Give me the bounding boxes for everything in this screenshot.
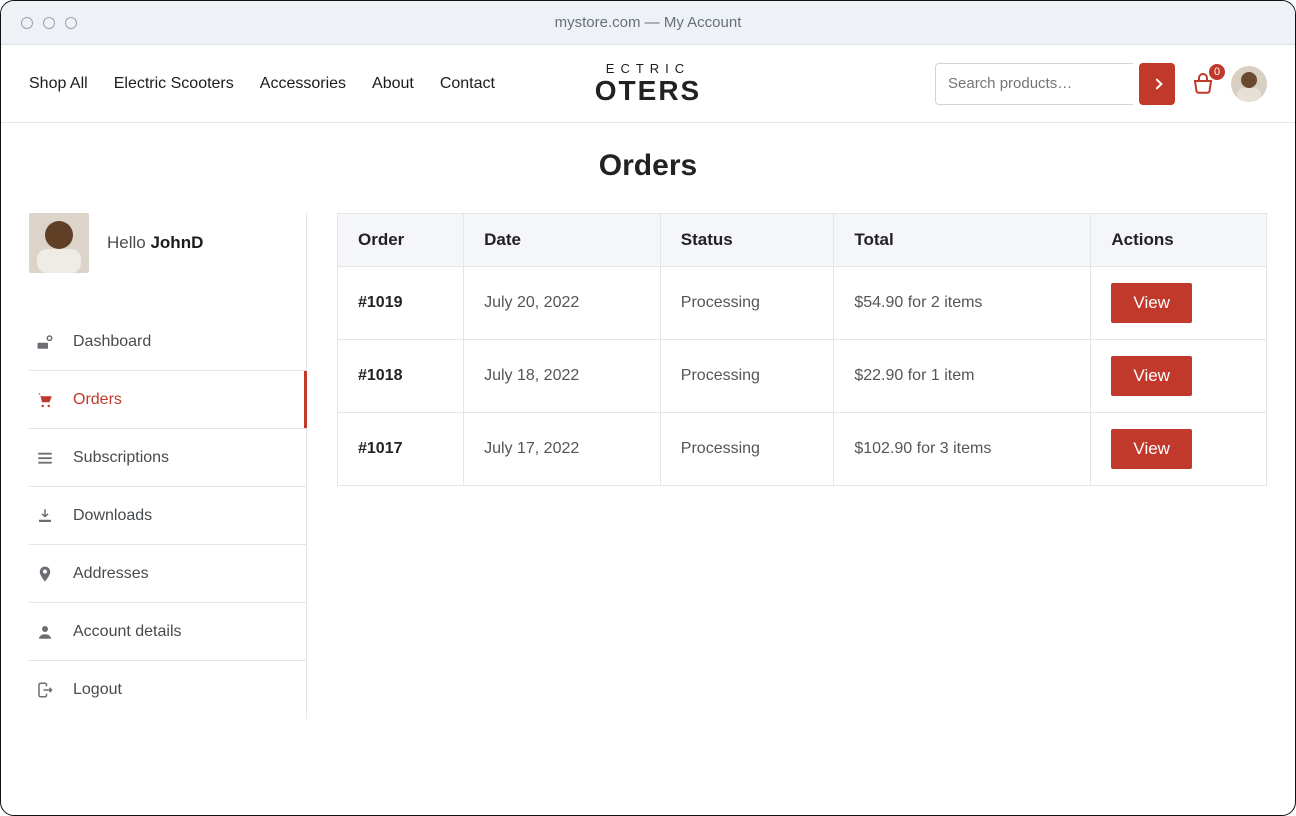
user-block: Hello JohnD xyxy=(29,213,306,273)
browser-bar: mystore.com — My Account xyxy=(1,1,1295,45)
logo-line-1: ECTRIC xyxy=(595,62,701,76)
cell-status: Processing xyxy=(660,340,834,413)
pin-icon xyxy=(35,565,55,583)
cell-order[interactable]: #1018 xyxy=(338,340,464,413)
nav-about[interactable]: About xyxy=(372,75,414,93)
cell-status: Processing xyxy=(660,413,834,486)
main-nav: Shop All Electric Scooters Accessories A… xyxy=(29,75,495,93)
user-icon xyxy=(35,623,55,641)
cell-date: July 20, 2022 xyxy=(464,267,661,340)
cart-icon xyxy=(35,391,55,409)
nav-shop-all[interactable]: Shop All xyxy=(29,75,88,93)
th-date: Date xyxy=(464,214,661,267)
user-greeting: Hello JohnD xyxy=(107,233,203,253)
account-sidebar: Hello JohnD Dashboard Orders xyxy=(29,213,307,719)
page-title: Orders xyxy=(1,149,1295,183)
menu-label: Subscriptions xyxy=(73,449,169,467)
site-header: Shop All Electric Scooters Accessories A… xyxy=(1,45,1295,123)
user-name: JohnD xyxy=(150,233,203,252)
nav-contact[interactable]: Contact xyxy=(440,75,495,93)
menu-label: Addresses xyxy=(73,565,149,583)
cell-actions: View xyxy=(1091,340,1267,413)
view-button[interactable]: View xyxy=(1111,283,1192,323)
cart-count-badge: 0 xyxy=(1209,64,1225,80)
menu-subscriptions[interactable]: Subscriptions xyxy=(29,429,306,487)
menu-label: Downloads xyxy=(73,507,152,525)
table-row: #1018 July 18, 2022 Processing $22.90 fo… xyxy=(338,340,1267,413)
th-total: Total xyxy=(834,214,1091,267)
orders-table: Order Date Status Total Actions #1019 Ju… xyxy=(337,213,1267,486)
logout-icon xyxy=(35,681,55,699)
table-row: #1017 July 17, 2022 Processing $102.90 f… xyxy=(338,413,1267,486)
cell-total: $22.90 for 1 item xyxy=(834,340,1091,413)
logo-line-2: OTERS xyxy=(595,76,701,105)
cell-order[interactable]: #1019 xyxy=(338,267,464,340)
cell-actions: View xyxy=(1091,413,1267,486)
site-logo[interactable]: ECTRIC OTERS xyxy=(595,62,701,105)
view-button[interactable]: View xyxy=(1111,429,1192,469)
th-status: Status xyxy=(660,214,834,267)
cell-date: July 17, 2022 xyxy=(464,413,661,486)
menu-downloads[interactable]: Downloads xyxy=(29,487,306,545)
cell-order[interactable]: #1017 xyxy=(338,413,464,486)
menu-dashboard[interactable]: Dashboard xyxy=(29,313,306,371)
chevron-right-icon xyxy=(1151,78,1162,89)
th-actions: Actions xyxy=(1091,214,1267,267)
nav-accessories[interactable]: Accessories xyxy=(260,75,346,93)
orders-content: Order Date Status Total Actions #1019 Ju… xyxy=(337,213,1267,719)
header-avatar[interactable] xyxy=(1231,66,1267,102)
cell-date: July 18, 2022 xyxy=(464,340,661,413)
list-icon xyxy=(35,449,55,467)
download-icon xyxy=(35,507,55,525)
menu-label: Logout xyxy=(73,681,122,699)
greeting-text: Hello xyxy=(107,233,150,252)
account-menu: Dashboard Orders Subscriptions xyxy=(29,313,306,719)
th-order: Order xyxy=(338,214,464,267)
table-row: #1019 July 20, 2022 Processing $54.90 fo… xyxy=(338,267,1267,340)
nav-electric-scooters[interactable]: Electric Scooters xyxy=(114,75,234,93)
dashboard-icon xyxy=(35,333,55,351)
menu-label: Dashboard xyxy=(73,333,151,351)
search xyxy=(935,63,1175,105)
cell-total: $54.90 for 2 items xyxy=(834,267,1091,340)
browser-title: mystore.com — My Account xyxy=(1,14,1295,31)
user-avatar xyxy=(29,213,89,273)
menu-account-details[interactable]: Account details xyxy=(29,603,306,661)
cell-status: Processing xyxy=(660,267,834,340)
menu-label: Orders xyxy=(73,391,122,409)
menu-orders[interactable]: Orders xyxy=(29,371,306,429)
search-button[interactable] xyxy=(1139,63,1175,105)
menu-addresses[interactable]: Addresses xyxy=(29,545,306,603)
menu-logout[interactable]: Logout xyxy=(29,661,306,719)
menu-label: Account details xyxy=(73,623,182,641)
view-button[interactable]: View xyxy=(1111,356,1192,396)
cell-total: $102.90 for 3 items xyxy=(834,413,1091,486)
cart-button[interactable]: 0 xyxy=(1189,70,1217,98)
search-input[interactable] xyxy=(935,63,1133,105)
cell-actions: View xyxy=(1091,267,1267,340)
